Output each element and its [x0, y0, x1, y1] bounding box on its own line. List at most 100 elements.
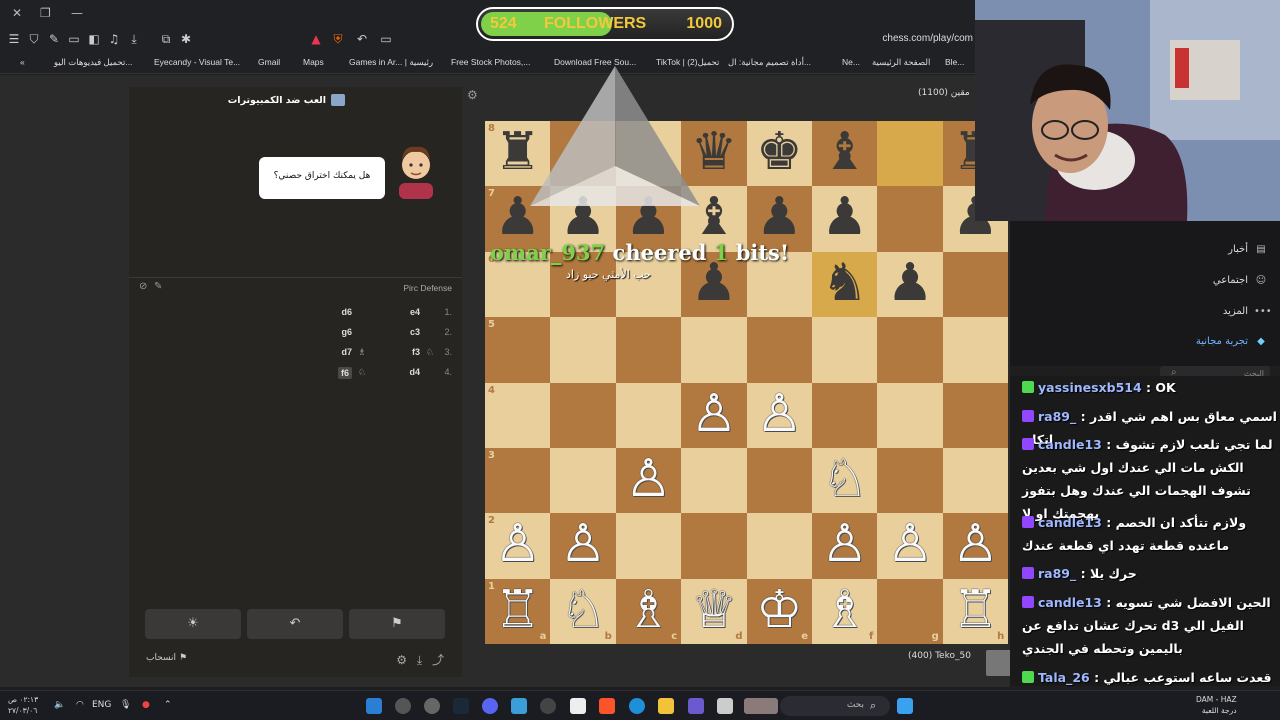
square-a5[interactable]: 5 — [485, 317, 551, 383]
square-g3[interactable] — [877, 448, 943, 514]
chat-username[interactable]: candle13 — [1038, 515, 1102, 530]
restore-window-icon[interactable]: ❐ — [40, 6, 51, 20]
pin-icon[interactable]: ✎ — [46, 32, 62, 46]
sidebar-icon[interactable]: ◧ — [86, 32, 102, 46]
bookmark-item[interactable]: Free Stock Photos,... — [451, 57, 530, 67]
bookmark-item[interactable]: Ble... — [945, 57, 964, 67]
square-h6[interactable] — [942, 251, 1009, 318]
square-a4[interactable]: 4 — [485, 382, 551, 448]
white-piece-a2[interactable]: ♙ — [485, 513, 550, 578]
app-icon[interactable] — [540, 698, 556, 714]
bookmark-item[interactable]: الصفحة الرئيسية — [872, 57, 930, 68]
download-icon[interactable]: ⤓ — [417, 653, 422, 667]
settings-icon[interactable]: ⚙ — [396, 653, 407, 667]
app-icon[interactable] — [366, 698, 382, 714]
white-move[interactable]: c3 — [410, 327, 420, 337]
resign-flag-button[interactable]: ⚑ — [349, 609, 445, 639]
steam-icon[interactable] — [453, 698, 469, 714]
board-settings-icon[interactable]: ⚙ — [467, 88, 478, 102]
white-piece-f2[interactable]: ♙ — [812, 513, 877, 578]
white-piece-a1[interactable]: ♖ — [485, 579, 550, 644]
square-d3[interactable] — [681, 448, 747, 514]
black-move[interactable]: d7 — [341, 347, 352, 357]
brave-shield-icon[interactable]: ⛨ — [330, 32, 346, 47]
white-piece-e1[interactable]: ♔ — [747, 579, 812, 644]
sidebar-item-social[interactable]: اجتماعي ☺ — [1213, 275, 1268, 286]
black-piece-f7[interactable]: ♟ — [812, 186, 877, 251]
download-icon[interactable]: ⤓ — [126, 32, 142, 47]
app-icon[interactable] — [744, 698, 778, 714]
minimize-window-icon[interactable]: — — [71, 6, 83, 20]
square-g5[interactable] — [877, 317, 943, 383]
square-c5[interactable] — [615, 317, 682, 383]
obs-icon[interactable] — [424, 698, 440, 714]
extensions-icon[interactable]: ✱ — [178, 32, 194, 46]
music-icon[interactable]: ♫ — [106, 32, 122, 46]
square-a3[interactable]: 3 — [485, 448, 551, 514]
sidebar-item-news[interactable]: أخبار ▤ — [1228, 244, 1268, 255]
square-h5[interactable] — [942, 317, 1009, 383]
system-clock[interactable]: ٠٢:١٣ ص ٢٧/٠٣/٠٦ — [8, 694, 38, 716]
square-c4[interactable] — [615, 382, 682, 448]
calculator-icon[interactable] — [570, 698, 586, 714]
bookmark-item[interactable]: Ne... — [842, 57, 860, 67]
app-icon[interactable] — [717, 698, 733, 714]
takeback-button[interactable]: ↶ — [247, 609, 343, 639]
black-move[interactable]: d6 — [341, 307, 352, 317]
sidebar-item-trial[interactable]: تجربة مجانية ◆ — [1196, 336, 1268, 347]
tray-overflow-icon[interactable]: ⌃ — [164, 700, 172, 710]
bookmark-item[interactable]: Gmail — [258, 57, 280, 67]
folder-icon[interactable] — [658, 698, 674, 714]
url-bar[interactable]: chess.com/play/com — [882, 33, 973, 44]
bookmark-item[interactable]: تحميل فيديوهات اليو... — [54, 57, 132, 68]
black-piece-f6[interactable]: ♞ — [812, 252, 877, 317]
bookmarks-chevron-icon[interactable]: « — [20, 57, 25, 67]
square-b5[interactable] — [550, 317, 616, 383]
bookmark-item[interactable]: Eyecandy - Visual Te... — [154, 57, 240, 67]
square-g1[interactable]: g — [877, 578, 943, 645]
black-move[interactable]: g6 — [341, 327, 352, 337]
volume-icon[interactable]: 🔈 — [54, 700, 65, 710]
app-icon[interactable] — [511, 698, 527, 714]
square-g4[interactable] — [877, 382, 943, 448]
edge-icon[interactable] — [629, 698, 645, 714]
bookmark-item[interactable]: Maps — [303, 57, 324, 67]
chat-username[interactable]: candle13 — [1038, 437, 1102, 452]
bookmark-item[interactable]: Games in Ar... | رئيسية — [349, 57, 433, 68]
square-c2[interactable] — [615, 513, 682, 579]
black-piece-f8[interactable]: ♝ — [812, 121, 877, 186]
square-e2[interactable] — [746, 513, 812, 579]
square-f5[interactable] — [812, 317, 878, 383]
square-d2[interactable] — [681, 513, 747, 579]
white-piece-e4[interactable]: ♙ — [747, 383, 812, 448]
brave-icon[interactable] — [599, 698, 615, 714]
menu-icon[interactable]: ☰ — [6, 32, 22, 46]
square-b3[interactable] — [550, 448, 616, 514]
chat-username[interactable]: candle13 — [1038, 595, 1102, 610]
square-h3[interactable] — [942, 448, 1009, 514]
windows-start-icon[interactable] — [897, 698, 913, 714]
square-f4[interactable] — [812, 382, 878, 448]
white-piece-c3[interactable]: ♙ — [616, 448, 681, 513]
white-piece-c1[interactable]: ♗ — [616, 579, 681, 644]
square-g7[interactable] — [877, 186, 943, 252]
back-icon[interactable]: ↶ — [354, 32, 370, 46]
white-piece-d1[interactable]: ♕ — [681, 579, 746, 644]
current-move[interactable]: f6 — [337, 367, 352, 379]
square-d5[interactable] — [681, 317, 747, 383]
bookmark-item[interactable]: أداة تصميم مجانية: ال... — [728, 57, 811, 68]
square-h4[interactable] — [942, 382, 1009, 448]
white-piece-b1[interactable]: ♘ — [550, 579, 615, 644]
hint-button[interactable]: ☀ — [145, 609, 241, 639]
black-piece-g6[interactable]: ♟ — [877, 252, 942, 317]
cast-icon[interactable]: ▭ — [378, 32, 394, 46]
app-icon[interactable] — [395, 698, 411, 714]
share-icon[interactable]: ⤴ — [432, 653, 444, 667]
square-b4[interactable] — [550, 382, 616, 448]
white-piece-g2[interactable]: ♙ — [877, 513, 942, 578]
white-piece-h2[interactable]: ♙ — [943, 513, 1008, 578]
white-move[interactable]: e4 — [410, 307, 420, 317]
close-window-icon[interactable]: ✕ — [12, 6, 22, 20]
white-piece-f3[interactable]: ♘ — [812, 448, 877, 513]
white-piece-b2[interactable]: ♙ — [550, 513, 615, 578]
